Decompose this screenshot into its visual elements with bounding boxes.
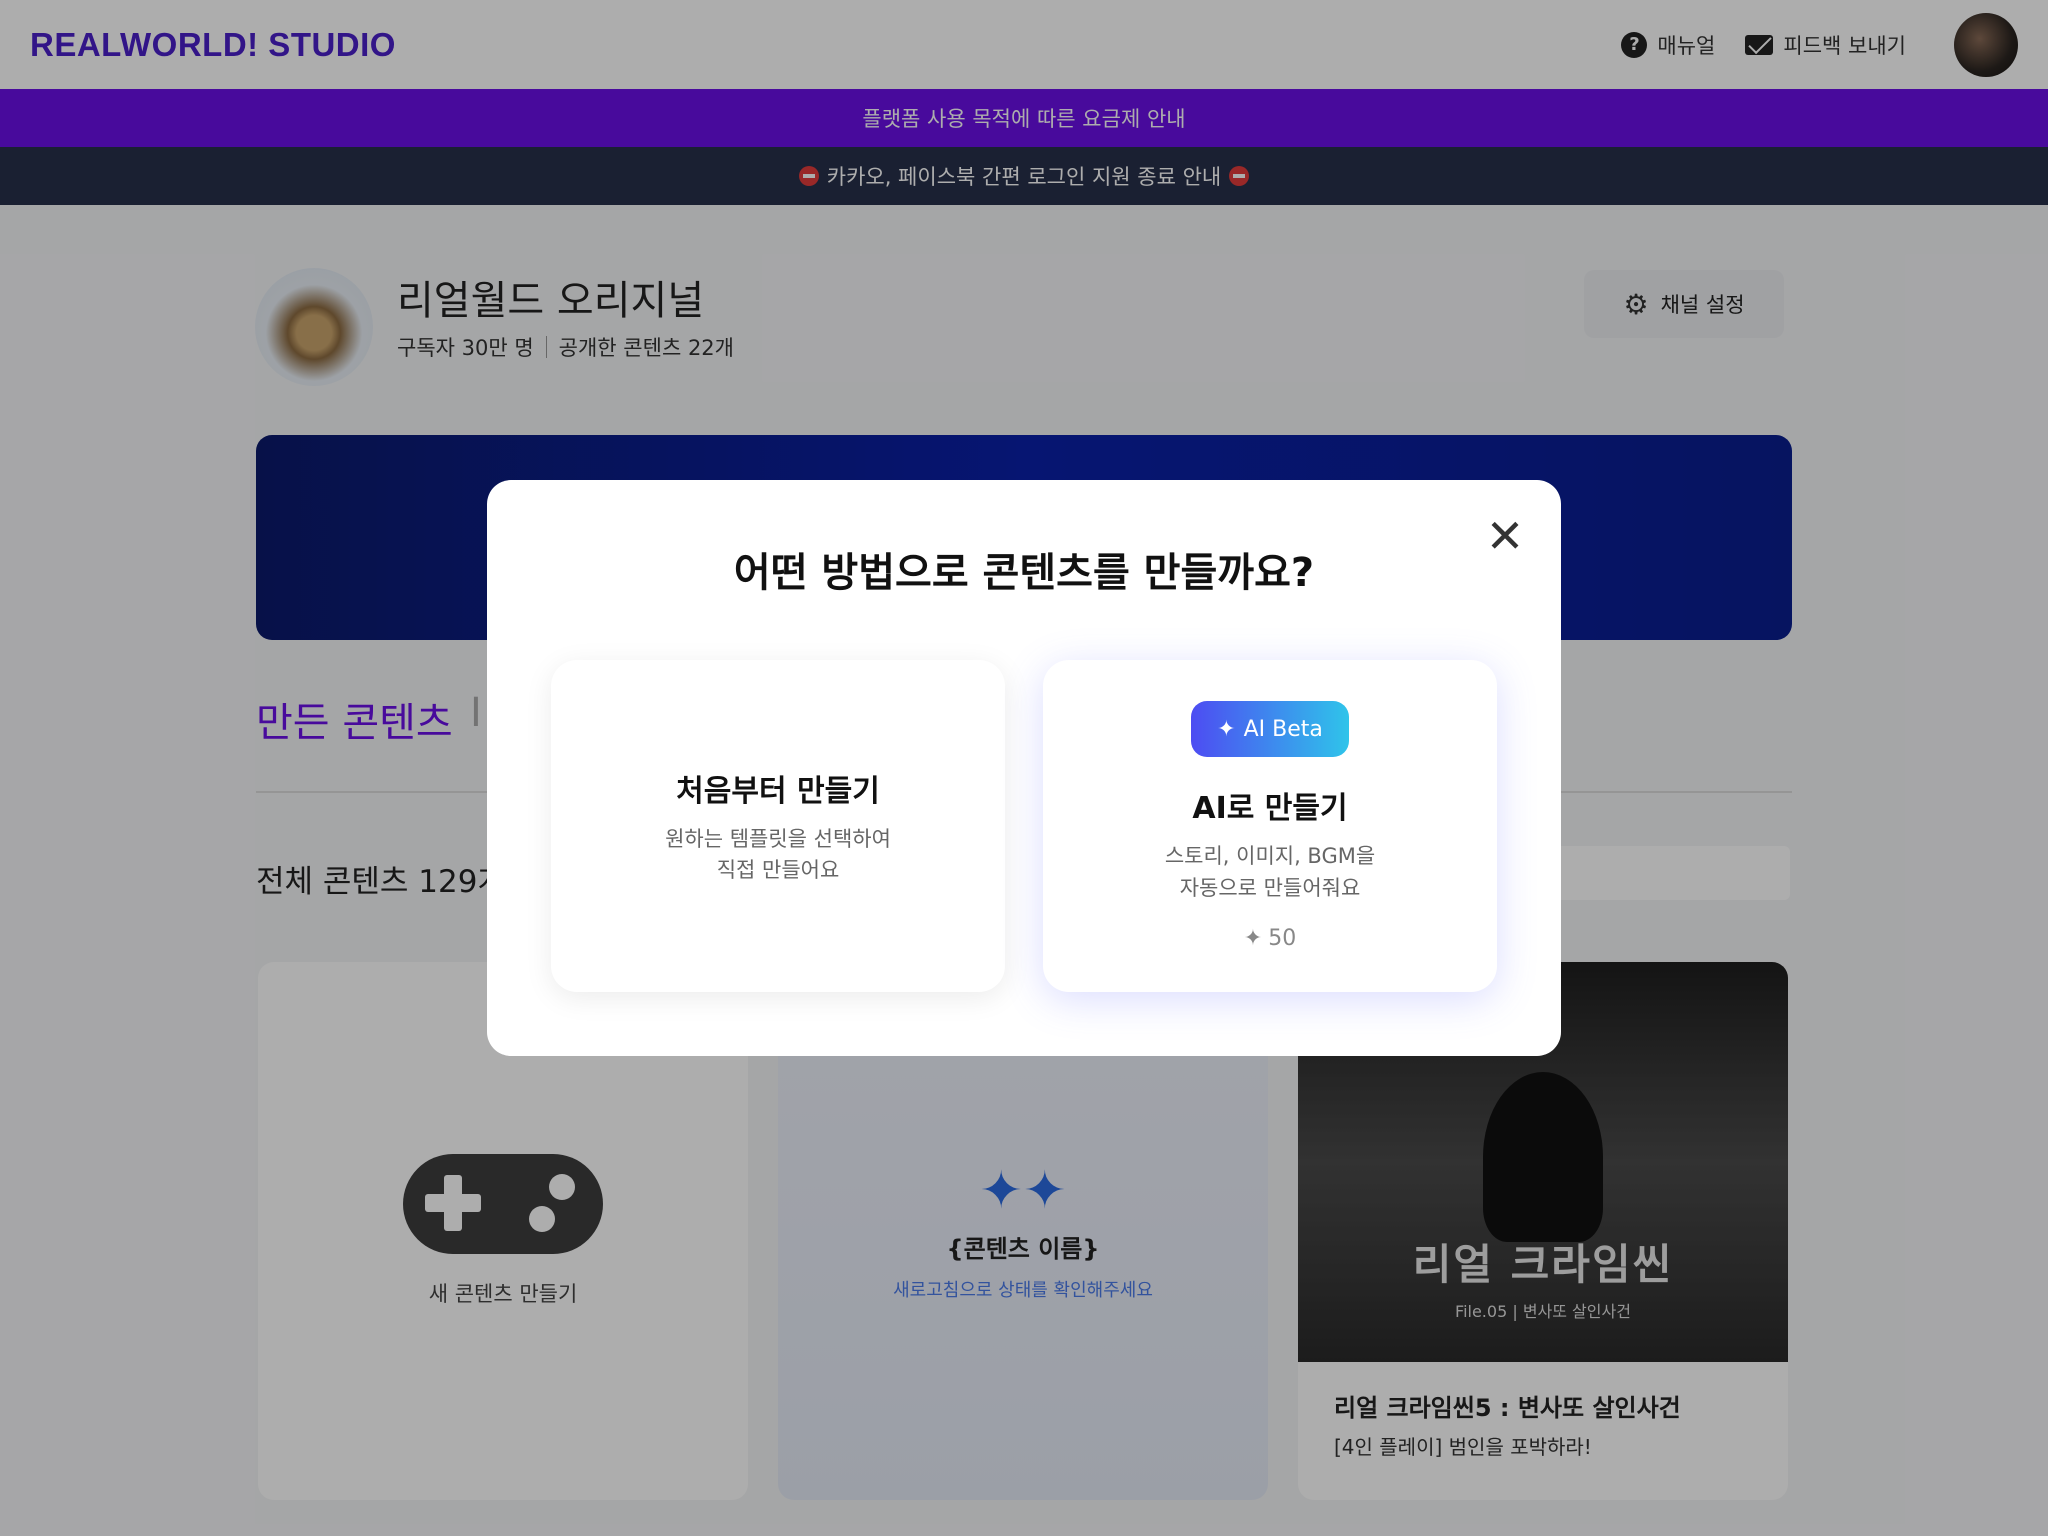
close-icon[interactable]: ✕ bbox=[1483, 513, 1527, 559]
ai-desc-line2: 자동으로 만들어줘요 bbox=[1179, 875, 1361, 900]
ai-option-title: AI로 만들기 bbox=[1192, 791, 1348, 826]
sparkle-icon: ✦ bbox=[1217, 716, 1236, 742]
scratch-description: 원하는 템플릿을 선택하여 직접 만들어요 bbox=[665, 824, 891, 887]
scratch-title: 처음부터 만들기 bbox=[676, 773, 880, 809]
ai-credit-cost: ✦ 50 bbox=[1244, 926, 1296, 951]
modal-title: 어떤 방법으로 콘텐츠를 만들까요? bbox=[733, 550, 1315, 596]
scratch-desc-line2: 직접 만들어요 bbox=[716, 858, 840, 882]
ai-beta-label: AI Beta bbox=[1243, 716, 1323, 742]
ai-credit-value: 50 bbox=[1268, 926, 1297, 951]
ai-desc-line1: 스토리, 이미지, BGM을 bbox=[1164, 844, 1376, 868]
ai-option-description: 스토리, 이미지, BGM을 자동으로 만들어줘요 bbox=[1165, 841, 1375, 904]
create-method-modal: 어떤 방법으로 콘텐츠를 만들까요? ✕ 처음부터 만들기 원하는 템플릿을 선… bbox=[487, 480, 1561, 1056]
sparkle-icon: ✦ bbox=[1243, 926, 1263, 951]
ai-beta-badge: ✦ AI Beta bbox=[1191, 701, 1349, 757]
create-from-scratch-option[interactable]: 처음부터 만들기 원하는 템플릿을 선택하여 직접 만들어요 bbox=[551, 660, 1005, 992]
scratch-desc-line1: 원하는 템플릿을 선택하여 bbox=[665, 826, 891, 851]
create-with-ai-option[interactable]: ✦ AI Beta AI로 만들기 스토리, 이미지, BGM을 자동으로 만들… bbox=[1043, 660, 1497, 992]
